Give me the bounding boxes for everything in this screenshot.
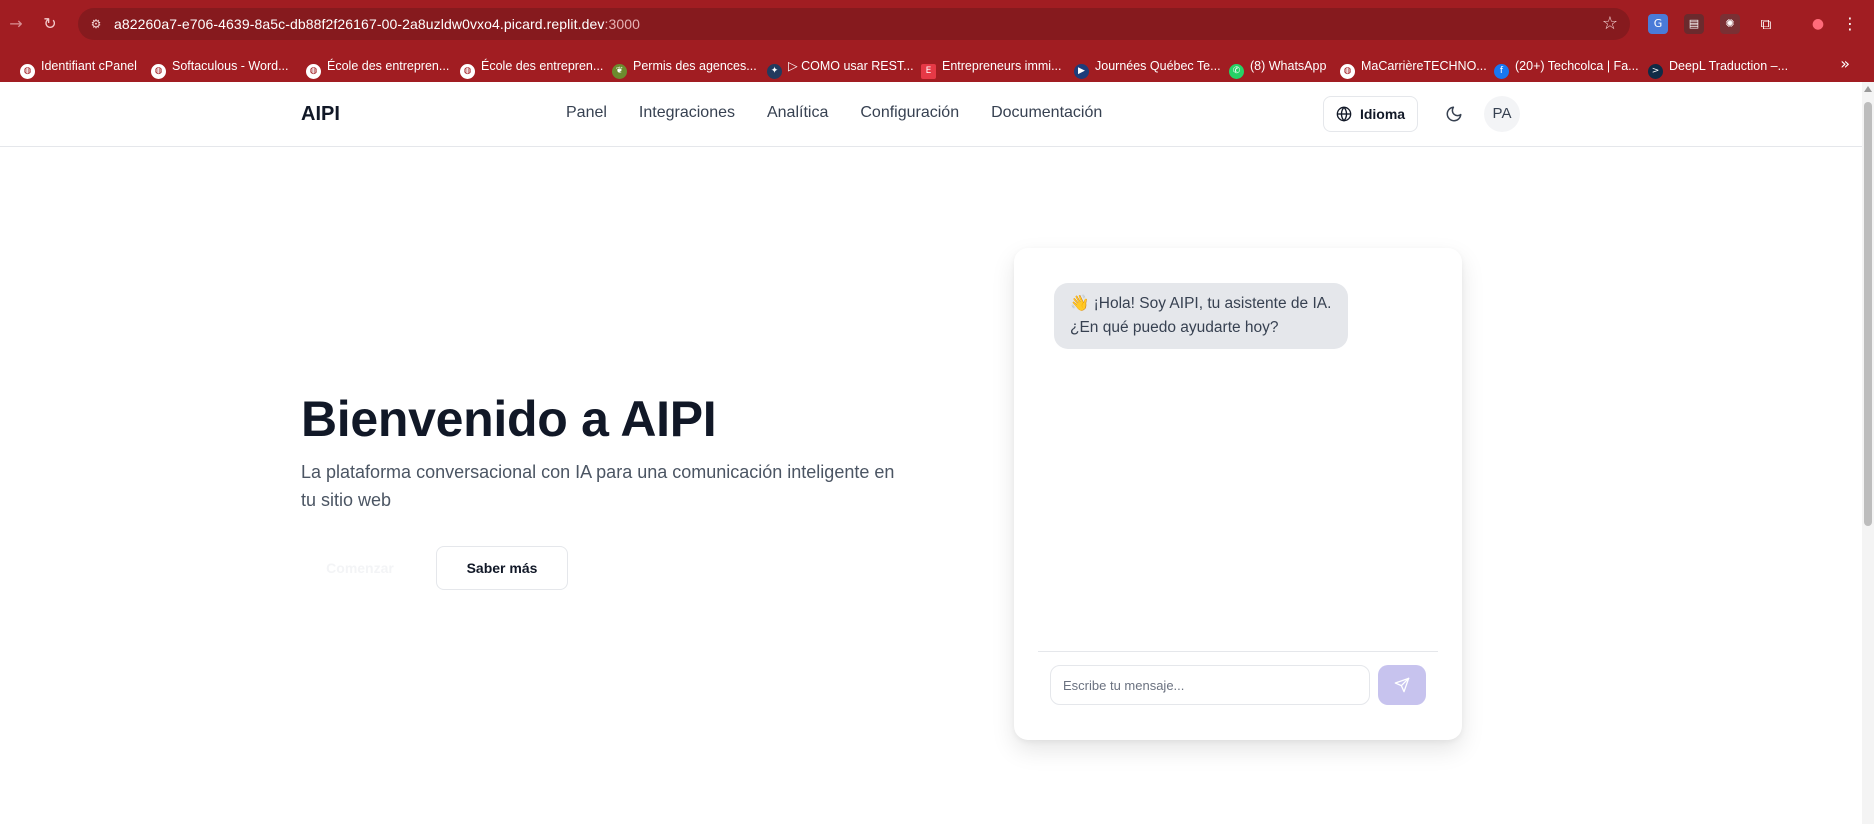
extension-icon[interactable]: ▤ xyxy=(1684,14,1704,34)
deepl-icon: > xyxy=(1648,64,1663,79)
hero-subtitle: La plataforma conversacional con IA para… xyxy=(301,462,895,510)
nav-link-configuracion[interactable]: Configuración xyxy=(860,104,959,122)
profile-icon[interactable]: ● xyxy=(1808,14,1828,34)
bookmark-item[interactable]: ❦ Permis des agences... xyxy=(612,57,757,79)
page-scrollbar[interactable] xyxy=(1862,82,1874,824)
globe-icon: ◍ xyxy=(306,64,321,79)
address-bar-row: → ↻ ⚙ a82260a7-e706-4639-8a5c-db88f2f261… xyxy=(0,0,1874,48)
forward-arrow-icon[interactable]: → xyxy=(4,13,28,35)
nav-link-analitica[interactable]: Analítica xyxy=(767,104,828,122)
language-label: Idioma xyxy=(1359,106,1406,122)
scrollbar-thumb[interactable] xyxy=(1864,102,1872,526)
bookmark-item[interactable]: ◍ École des entrepren... xyxy=(460,57,603,79)
bookmark-item[interactable]: ✦ ▷ COMO usar REST... xyxy=(767,57,914,79)
more-bookmarks-icon[interactable]: » xyxy=(1840,54,1850,73)
nav-link-panel[interactable]: Panel xyxy=(566,104,607,122)
avatar[interactable]: PA xyxy=(1484,96,1520,132)
moon-icon xyxy=(1446,106,1462,122)
flag-icon: ▶ xyxy=(1074,64,1089,79)
translate-extension-icon[interactable]: G xyxy=(1648,14,1668,34)
bookmark-item[interactable]: ◍ École des entrepren... xyxy=(306,57,449,79)
e-icon: E xyxy=(921,64,936,79)
chat-divider xyxy=(1038,651,1438,652)
bookmark-item[interactable]: ◍ Softaculous - Word... xyxy=(151,57,289,79)
omnibox[interactable]: ⚙ a82260a7-e706-4639-8a5c-db88f2f26167-0… xyxy=(78,8,1630,40)
bookmark-item[interactable]: E Entrepreneurs immi... xyxy=(921,57,1061,79)
logo[interactable]: AIPI xyxy=(301,103,340,126)
chat-widget: 👋 ¡Hola! Soy AIPI, tu asistente de IA. ¿… xyxy=(1014,248,1462,740)
bookmark-item[interactable]: f (20+) Techcolca | Fa... xyxy=(1494,57,1639,79)
globe-icon xyxy=(1336,106,1352,122)
facebook-icon: f xyxy=(1494,64,1509,79)
chat-message-input[interactable] xyxy=(1050,665,1370,705)
site-settings-icon[interactable]: ⚙ xyxy=(88,16,104,32)
seal-icon: ✦ xyxy=(767,64,782,79)
nav-link-documentacion[interactable]: Documentación xyxy=(991,104,1102,122)
openai-extension-icon[interactable]: ✺ xyxy=(1720,14,1740,34)
get-started-button[interactable]: Comenzar xyxy=(301,546,419,590)
browser-menu-icon[interactable]: ⋮ xyxy=(1840,14,1860,34)
reload-icon[interactable]: ↻ xyxy=(38,13,62,35)
browser-chrome: → ↻ ⚙ a82260a7-e706-4639-8a5c-db88f2f261… xyxy=(0,0,1874,82)
bookmark-item[interactable]: ◍ MaCarrièreTECHNO... xyxy=(1340,57,1487,79)
language-button[interactable]: Idioma xyxy=(1323,96,1418,132)
main-nav: Panel Integraciones Analítica Configurac… xyxy=(566,104,1102,122)
bookmark-item[interactable]: ◍ Identifiant cPanel xyxy=(20,57,137,79)
send-button[interactable] xyxy=(1378,665,1426,705)
globe-icon: ◍ xyxy=(1340,64,1355,79)
send-icon xyxy=(1394,677,1410,693)
bookmark-item[interactable]: ▶ Journées Québec Te... xyxy=(1074,57,1221,79)
scroll-up-icon[interactable] xyxy=(1864,86,1872,92)
theme-toggle-button[interactable] xyxy=(1438,98,1470,130)
bookmark-item[interactable]: ✆ (8) WhatsApp xyxy=(1229,57,1326,79)
nav-link-integraciones[interactable]: Integraciones xyxy=(639,104,735,122)
app-header: AIPI Panel Integraciones Analítica Confi… xyxy=(0,82,1862,147)
extensions-puzzle-icon[interactable]: ⧉ xyxy=(1756,14,1776,34)
bookmark-item[interactable]: > DeepL Traduction –... xyxy=(1648,57,1788,79)
url-text[interactable]: a82260a7-e706-4639-8a5c-db88f2f26167-00-… xyxy=(114,16,640,32)
globe-icon: ◍ xyxy=(460,64,475,79)
globe-icon: ◍ xyxy=(20,64,35,79)
whatsapp-icon: ✆ xyxy=(1229,64,1244,79)
learn-more-button[interactable]: Saber más xyxy=(436,546,568,590)
bookmark-star-icon[interactable]: ☆ xyxy=(1602,13,1618,34)
bookmarks-bar: ◍ Identifiant cPanel ◍ Softaculous - Word.… xyxy=(0,48,1874,82)
assistant-message: 👋 ¡Hola! Soy AIPI, tu asistente de IA. ¿… xyxy=(1054,283,1348,349)
globe-icon: ◍ xyxy=(151,64,166,79)
leaf-icon: ❦ xyxy=(612,64,627,79)
hero-title: Bienvenido a AIPI xyxy=(301,391,717,447)
